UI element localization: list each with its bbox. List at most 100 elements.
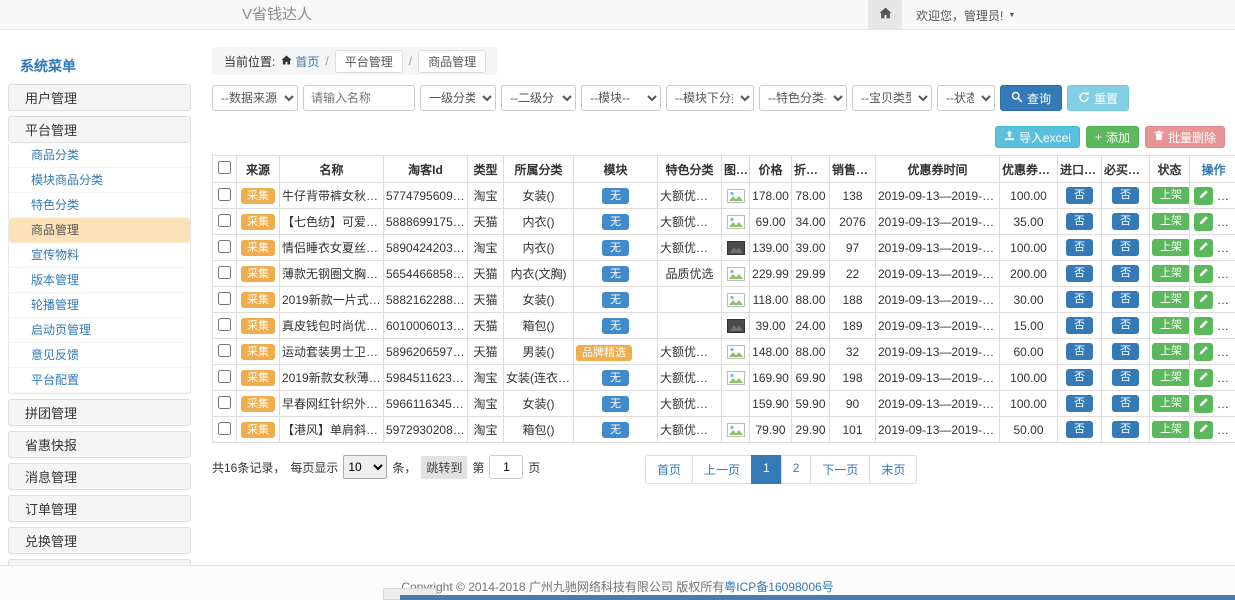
must-buy-toggle-button[interactable]: 否: [1112, 213, 1139, 230]
pager-item[interactable]: 末页: [869, 455, 917, 484]
import-toggle-button[interactable]: 否: [1066, 291, 1093, 308]
name-search-input[interactable]: [303, 85, 415, 111]
import-toggle-button[interactable]: 否: [1066, 187, 1093, 204]
breadcrumb-item-goods[interactable]: 商品管理: [418, 50, 486, 73]
breadcrumb-item-platform[interactable]: 平台管理: [335, 50, 403, 73]
sidebar-subitem[interactable]: 意见反馈: [9, 343, 190, 368]
coupon-time-cell: 2019-09-13—2019-09-17: [876, 391, 1000, 417]
edit-button[interactable]: [1194, 395, 1213, 413]
edit-button[interactable]: [1194, 239, 1213, 257]
reset-button[interactable]: 重置: [1067, 85, 1129, 111]
user-menu[interactable]: 欢迎您，管理员! ▼: [902, 0, 1015, 30]
edit-button[interactable]: [1194, 187, 1213, 205]
edit-button[interactable]: [1194, 291, 1213, 309]
row-checkbox[interactable]: [218, 344, 231, 357]
sidebar-subitem[interactable]: 模块商品分类: [9, 168, 190, 193]
edit-button[interactable]: [1194, 317, 1213, 335]
add-button[interactable]: + 添加: [1086, 126, 1139, 148]
sidebar-item[interactable]: 平台管理: [8, 116, 191, 143]
must-buy-toggle-button[interactable]: 否: [1112, 395, 1139, 412]
jump-page-input[interactable]: [489, 455, 523, 479]
sidebar-subitem[interactable]: 商品管理: [9, 218, 190, 243]
import-excel-button[interactable]: 导入excel: [995, 126, 1080, 148]
import-toggle-button[interactable]: 否: [1066, 317, 1093, 334]
status-button[interactable]: 上架: [1152, 343, 1190, 360]
must-buy-toggle-button[interactable]: 否: [1112, 369, 1139, 386]
row-select-cell: [213, 235, 237, 261]
edit-button[interactable]: [1194, 213, 1213, 231]
sidebar-item[interactable]: 消息管理: [8, 463, 191, 490]
status-button[interactable]: 上架: [1152, 265, 1190, 282]
filter-select-level1-category[interactable]: 一级分类: [420, 85, 496, 111]
row-checkbox[interactable]: [218, 292, 231, 305]
status-button[interactable]: 上架: [1152, 187, 1190, 204]
sidebar-item[interactable]: 兑换管理: [8, 527, 191, 554]
import-toggle-button[interactable]: 否: [1066, 213, 1093, 230]
row-checkbox[interactable]: [218, 266, 231, 279]
must-buy-toggle-button[interactable]: 否: [1112, 187, 1139, 204]
sidebar-item[interactable]: 用户管理: [8, 84, 191, 111]
status-button[interactable]: 上架: [1152, 317, 1190, 334]
filter-select-module-sub-category[interactable]: --模块下分类--: [666, 85, 754, 111]
status-button[interactable]: 上架: [1152, 421, 1190, 438]
edit-button[interactable]: [1194, 369, 1213, 387]
filter-select-item-type[interactable]: --宝贝类型--: [852, 85, 932, 111]
filter-select-feature-category[interactable]: --特色分类--: [759, 85, 847, 111]
status-button[interactable]: 上架: [1152, 213, 1190, 230]
filter-select-data-source[interactable]: --数据来源--: [212, 85, 298, 111]
status-button[interactable]: 上架: [1152, 395, 1190, 412]
edit-button[interactable]: [1194, 343, 1213, 361]
row-checkbox[interactable]: [218, 240, 231, 253]
sidebar-subitem[interactable]: 轮播管理: [9, 293, 190, 318]
import-toggle-button[interactable]: 否: [1066, 265, 1093, 282]
pager-item[interactable]: 1: [751, 455, 782, 484]
sidebar-item[interactable]: 拼团管理: [8, 399, 191, 426]
sidebar-subitem[interactable]: 启动页管理: [9, 318, 190, 343]
sidebar-subitem[interactable]: 平台配置: [9, 368, 190, 393]
must-buy-toggle-button[interactable]: 否: [1112, 343, 1139, 360]
status-button[interactable]: 上架: [1152, 239, 1190, 256]
per-page-select[interactable]: 10: [343, 455, 387, 479]
must-buy-toggle-button[interactable]: 否: [1112, 291, 1139, 308]
status-button[interactable]: 上架: [1152, 291, 1190, 308]
row-checkbox[interactable]: [218, 422, 231, 435]
row-checkbox[interactable]: [218, 396, 231, 409]
filter-select-module[interactable]: --模块--: [581, 85, 661, 111]
row-checkbox[interactable]: [218, 214, 231, 227]
sidebar-subitem[interactable]: 版本管理: [9, 268, 190, 293]
must-buy-toggle-button[interactable]: 否: [1112, 239, 1139, 256]
row-checkbox[interactable]: [218, 318, 231, 331]
must-buy-toggle-button[interactable]: 否: [1112, 317, 1139, 334]
import-toggle-button[interactable]: 否: [1066, 395, 1093, 412]
pager-item[interactable]: 上一页: [692, 455, 752, 484]
jump-button[interactable]: 跳转到: [421, 456, 467, 479]
sidebar-subitem[interactable]: 商品分类: [9, 143, 190, 168]
import-toggle-button[interactable]: 否: [1066, 239, 1093, 256]
import-toggle-button[interactable]: 否: [1066, 343, 1093, 360]
sidebar-subitem[interactable]: 宣传物料: [9, 243, 190, 268]
edit-button[interactable]: [1194, 421, 1213, 439]
batch-delete-button[interactable]: 批量删除: [1145, 126, 1225, 148]
must-buy-toggle-button[interactable]: 否: [1112, 265, 1139, 282]
home-button[interactable]: [868, 0, 902, 30]
icp-link[interactable]: 粤ICP备16098006号: [724, 580, 833, 594]
edit-button[interactable]: [1194, 265, 1213, 283]
row-checkbox[interactable]: [218, 188, 231, 201]
filter-select-level2-category[interactable]: --二级分类--: [501, 85, 576, 111]
row-checkbox[interactable]: [218, 370, 231, 383]
pager-item[interactable]: 2: [781, 455, 812, 484]
source-badge: 采集: [241, 292, 275, 308]
search-button[interactable]: 查询: [1000, 85, 1062, 111]
import-toggle-button[interactable]: 否: [1066, 369, 1093, 386]
sidebar-item[interactable]: 订单管理: [8, 495, 191, 522]
filter-select-status[interactable]: --状态--: [937, 85, 995, 111]
must-buy-toggle-button[interactable]: 否: [1112, 421, 1139, 438]
breadcrumb-home-link[interactable]: 首页: [281, 53, 319, 70]
status-button[interactable]: 上架: [1152, 369, 1190, 386]
import-toggle-button[interactable]: 否: [1066, 421, 1093, 438]
pager-item[interactable]: 首页: [645, 455, 693, 484]
pager-item[interactable]: 下一页: [810, 455, 870, 484]
sidebar-subitem[interactable]: 特色分类: [9, 193, 190, 218]
select-all-checkbox[interactable]: [218, 161, 231, 174]
sidebar-item[interactable]: 省惠快报: [8, 431, 191, 458]
